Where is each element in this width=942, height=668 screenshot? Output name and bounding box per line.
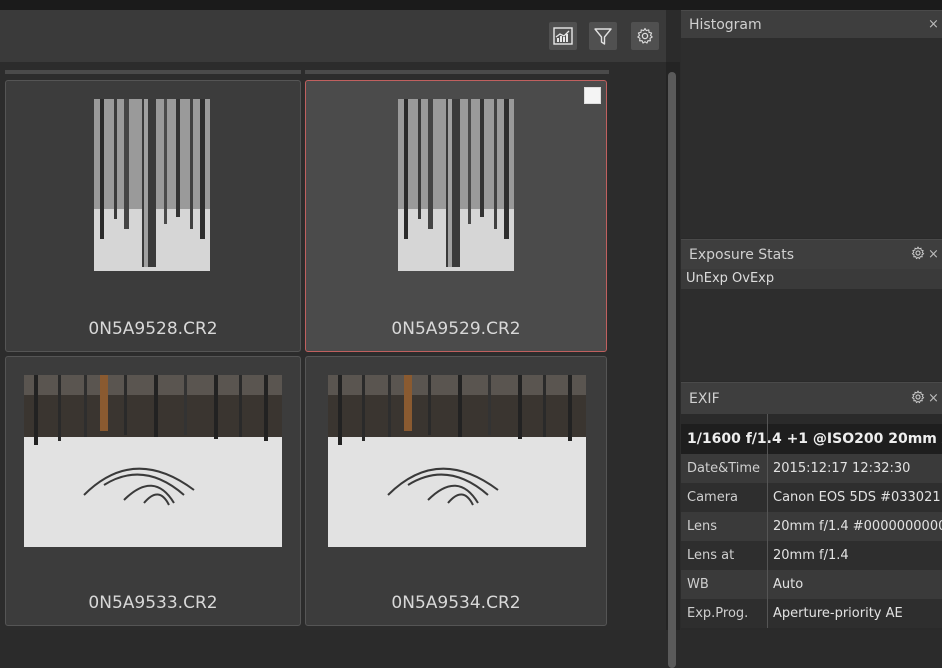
exif-key: Date&Time <box>687 461 761 476</box>
grid-scrollbar[interactable] <box>666 62 680 668</box>
thumbnail-image <box>24 375 282 547</box>
close-icon[interactable]: × <box>928 17 942 32</box>
exposure-stats-columns: UnExp OvExp <box>681 269 942 289</box>
right-panel: Histogram × Exposure Stats × UnExp OvExp… <box>681 10 942 630</box>
exif-key: WB <box>687 577 709 592</box>
thumbnail-cell[interactable]: 0N5A9533.CR2 <box>5 356 301 626</box>
previous-row-edge <box>5 70 609 76</box>
exif-value: 2015:12:17 12:32:30 <box>773 461 911 476</box>
exif-panel-header[interactable]: EXIF × <box>681 382 942 414</box>
exif-row: WB Auto <box>681 570 942 599</box>
exif-key: Lens <box>687 519 718 534</box>
thumbnail-cell-selected[interactable]: 0N5A9529.CR2 <box>305 80 607 352</box>
histogram-chart-icon[interactable] <box>549 22 577 50</box>
gear-icon[interactable] <box>908 245 928 264</box>
thumbnail-image <box>398 99 514 271</box>
exposure-stats-body <box>681 289 942 381</box>
exif-key: Lens at <box>687 548 735 563</box>
exposure-stats-panel-header[interactable]: Exposure Stats × <box>681 239 942 269</box>
exif-key: Camera <box>687 490 739 505</box>
exif-summary: 1/1600 f/1.4 +1 @ISO200 20mm A <box>681 424 942 454</box>
filter-icon[interactable] <box>589 22 617 50</box>
thumbnail-filename: 0N5A9529.CR2 <box>391 319 521 339</box>
selection-checkbox[interactable] <box>584 87 601 104</box>
exif-row: Camera Canon EOS 5DS #033021 <box>681 483 942 512</box>
close-icon[interactable]: × <box>928 391 942 406</box>
thumbnail-cell[interactable]: 0N5A9534.CR2 <box>305 356 607 626</box>
close-icon[interactable]: × <box>928 247 942 262</box>
window-top-frame <box>0 0 942 10</box>
histogram-body <box>681 38 942 238</box>
histogram-title: Histogram <box>689 16 762 33</box>
thumbnail-filename: 0N5A9533.CR2 <box>88 593 218 613</box>
exif-row: Lens at 20mm f/1.4 <box>681 541 942 570</box>
thumbnail-cell[interactable]: 0N5A9528.CR2 <box>5 80 301 352</box>
exif-value: Auto <box>773 577 804 592</box>
scrollbar-thumb[interactable] <box>668 72 676 668</box>
thumbnail-image <box>328 375 586 547</box>
thumbnail-filename: 0N5A9528.CR2 <box>88 319 218 339</box>
exif-value: 20mm f/1.4 #0000000000 <box>773 519 942 534</box>
exif-key: Exp.Prog. <box>687 606 749 621</box>
thumbnail-filename: 0N5A9534.CR2 <box>391 593 521 613</box>
exif-value: 20mm f/1.4 <box>773 548 849 563</box>
gear-icon[interactable] <box>908 389 928 408</box>
exif-title: EXIF <box>689 390 720 407</box>
exif-row: Date&Time 2015:12:17 12:32:30 <box>681 454 942 483</box>
exif-row: Lens 20mm f/1.4 #0000000000 <box>681 512 942 541</box>
exif-value: Canon EOS 5DS #033021 <box>773 490 941 505</box>
exif-value: Aperture-priority AE <box>773 606 903 621</box>
gear-icon[interactable] <box>631 22 659 50</box>
exposure-stats-title: Exposure Stats <box>689 246 794 263</box>
exif-column-divider <box>767 414 768 628</box>
histogram-panel-header[interactable]: Histogram × <box>681 10 942 38</box>
exif-row: Exp.Prog. Aperture-priority AE <box>681 599 942 628</box>
thumbnail-image <box>94 99 210 271</box>
